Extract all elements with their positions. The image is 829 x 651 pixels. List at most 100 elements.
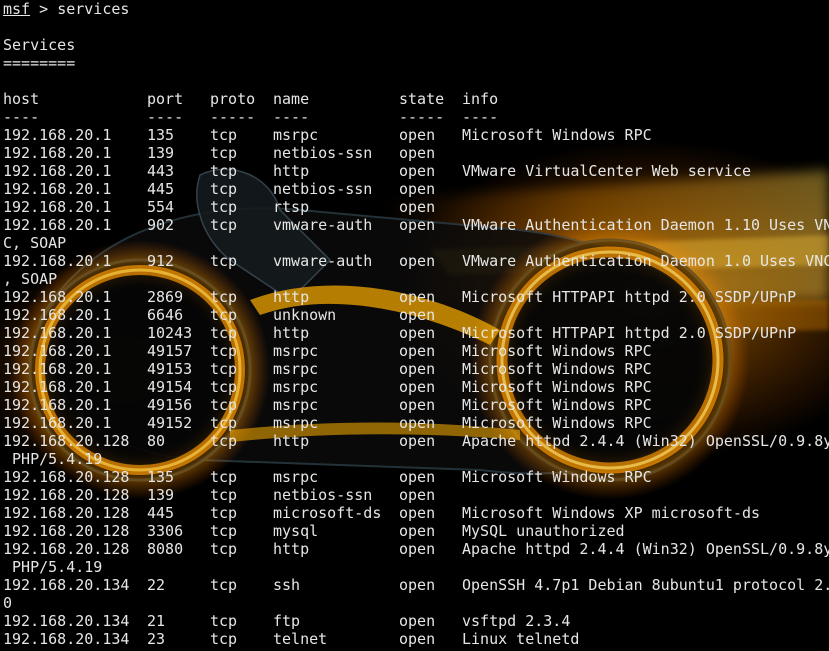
cell-state: open: [399, 612, 436, 630]
cell-name: msrpc: [273, 360, 319, 378]
table-row: 192.168.20.1 49153 tcp msrpc open Microsoft W…: [3, 360, 829, 378]
cell-port: 49154: [147, 378, 193, 396]
cell-state: open: [399, 252, 436, 270]
divider-host: ----: [3, 108, 40, 126]
cell-info: Microsoft Windows RPC: [462, 468, 652, 486]
cell-host: 192.168.20.1: [3, 180, 112, 198]
cell-port: 135: [147, 126, 175, 144]
cell-state: open: [399, 414, 436, 432]
column-header-port: port: [147, 90, 184, 108]
cell-name: ssh: [273, 576, 301, 594]
cell-port: 912: [147, 252, 175, 270]
cell-proto: tcp: [210, 576, 238, 594]
cell-state: open: [399, 198, 436, 216]
cell-host: 192.168.20.1: [3, 216, 112, 234]
cell-state: open: [399, 378, 436, 396]
cell-name: msrpc: [273, 378, 319, 396]
cell-state: open: [399, 504, 436, 522]
cell-name: http: [273, 288, 310, 306]
cell-proto: tcp: [210, 252, 238, 270]
table-row: 192.168.20.1 49154 tcp msrpc open Microsoft W…: [3, 378, 829, 396]
cell-state: open: [399, 288, 436, 306]
cell-info: Microsoft Windows XP microsoft-ds: [462, 504, 761, 522]
terminal-output: msf > services Services ======== host po…: [3, 0, 829, 651]
prompt-line: msf > services: [3, 0, 129, 18]
cell-state: open: [399, 180, 436, 198]
cell-port: 3306: [147, 522, 184, 540]
cell-name: microsoft-ds: [273, 504, 382, 522]
cell-state: open: [399, 486, 436, 504]
cell-state: open: [399, 324, 436, 342]
cell-host: 192.168.20.1: [3, 198, 112, 216]
table-row: 192.168.20.128 135 tcp msrpc open Microsoft W…: [3, 468, 829, 486]
column-header-proto: proto: [210, 90, 256, 108]
cell-state: open: [399, 360, 436, 378]
cell-host: 192.168.20.1: [3, 288, 112, 306]
cell-proto: tcp: [210, 144, 238, 162]
terminal-window[interactable]: msf > services Services ======== host po…: [0, 0, 829, 651]
cell-state: open: [399, 396, 436, 414]
cell-state: open: [399, 468, 436, 486]
services-title-underline: ========: [3, 54, 76, 72]
cell-proto: tcp: [210, 342, 238, 360]
cell-host: 192.168.20.134: [3, 576, 130, 594]
cell-port: 8080: [147, 540, 184, 558]
cell-state: open: [399, 540, 436, 558]
cell-port: 23: [147, 630, 166, 648]
cell-port: 49153: [147, 360, 193, 378]
cell-proto: tcp: [210, 198, 238, 216]
cell-state: open: [399, 342, 436, 360]
cell-host: 192.168.20.1: [3, 360, 112, 378]
cell-port: 139: [147, 486, 175, 504]
prompt-command: services: [57, 0, 130, 18]
cell-port: 902: [147, 216, 175, 234]
divider-proto: -----: [210, 108, 256, 126]
cell-proto: tcp: [210, 486, 238, 504]
cell-host: 192.168.20.128: [3, 486, 130, 504]
cell-state: open: [399, 126, 436, 144]
cell-host: 192.168.20.1: [3, 126, 112, 144]
cell-name: msrpc: [273, 342, 319, 360]
cell-proto: tcp: [210, 288, 238, 306]
cell-state: open: [399, 144, 436, 162]
cell-info: Microsoft Windows RPC: [462, 414, 652, 432]
cell-host: 192.168.20.128: [3, 468, 130, 486]
cell-host: 192.168.20.128: [3, 522, 130, 540]
cell-host: 192.168.20.128: [3, 504, 130, 522]
cell-proto: tcp: [210, 504, 238, 522]
table-row: 192.168.20.1 135 tcp msrpc open Microsoft Win…: [3, 126, 829, 144]
table-row-wrap: C, SOAP: [3, 234, 67, 252]
table-row-wrap: , SOAP: [3, 270, 58, 288]
column-header-state: state: [399, 90, 445, 108]
cell-proto: tcp: [210, 378, 238, 396]
cell-proto: tcp: [210, 216, 238, 234]
table-row-wrap: 0: [3, 594, 13, 612]
cell-port: 445: [147, 180, 175, 198]
cell-state: open: [399, 522, 436, 540]
cell-proto: tcp: [210, 522, 238, 540]
table-row: 192.168.20.1 10243 tcp http open Microsoft HT…: [3, 324, 829, 342]
cell-proto: tcp: [210, 162, 238, 180]
cell-name: msrpc: [273, 126, 319, 144]
table-row: 192.168.20.1 912 tcp vmware-auth open VMware …: [3, 252, 829, 270]
cell-port: 139: [147, 144, 175, 162]
table-row-wrap: PHP/5.4.19: [3, 450, 103, 468]
table-row: 192.168.20.134 22 tcp ssh open OpenSSH 4.7p1 …: [3, 576, 829, 594]
cell-host: 192.168.20.1: [3, 378, 112, 396]
cell-proto: tcp: [210, 540, 238, 558]
cell-info: VMware VirtualCenter Web service: [462, 162, 751, 180]
cell-name: rtsp: [273, 198, 310, 216]
table-row: 192.168.20.1 902 tcp vmware-auth open VMware …: [3, 216, 829, 234]
table-row: 192.168.20.128 3306 tcp mysql open MySQL unau…: [3, 522, 829, 540]
column-header-name: name: [273, 90, 310, 108]
cell-host: 192.168.20.128: [3, 432, 130, 450]
table-row: 192.168.20.134 21 tcp ftp open vsftpd 2.3.4: [3, 612, 829, 630]
table-row: 192.168.20.1 49157 tcp msrpc open Microsoft W…: [3, 342, 829, 360]
cell-name: vmware-auth: [273, 252, 373, 270]
column-header-host: host: [3, 90, 40, 108]
cell-port: 445: [147, 504, 175, 522]
cell-port: 6646: [147, 306, 184, 324]
cell-port: 49152: [147, 414, 193, 432]
cell-name: msrpc: [273, 414, 319, 432]
cell-host: 192.168.20.1: [3, 396, 112, 414]
